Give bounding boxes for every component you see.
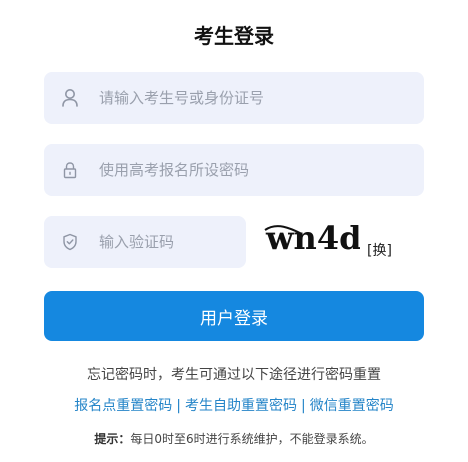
recovery-links: 报名点重置密码 | 考生自助重置密码 | 微信重置密码 <box>0 395 468 415</box>
captcha-field[interactable] <box>44 216 246 268</box>
wechat-reset-link[interactable]: 微信重置密码 <box>310 398 394 414</box>
notice-label: 提示： <box>94 432 131 446</box>
password-field[interactable] <box>44 144 424 196</box>
separator: | <box>176 398 181 414</box>
refresh-captcha-link[interactable]: [换] <box>367 240 392 260</box>
lock-icon <box>59 159 81 181</box>
user-icon <box>59 87 81 109</box>
password-input[interactable] <box>97 160 381 180</box>
maintenance-notice: 提示：每日0时至6时进行系统维护，不能登录系统。 <box>0 430 468 447</box>
captcha-input[interactable] <box>97 232 231 252</box>
self-service-reset-link[interactable]: 考生自助重置密码 <box>185 398 297 414</box>
notice-text: 每日0时至6时进行系统维护，不能登录系统。 <box>130 432 374 446</box>
captcha-image[interactable]: wn4d <box>262 216 360 260</box>
login-button[interactable]: 用户登录 <box>44 291 424 341</box>
page-title: 考生登录 <box>194 24 274 48</box>
username-field[interactable] <box>44 72 424 124</box>
recovery-hint: 忘记密码时，考生可通过以下途径进行密码重置 <box>87 367 381 383</box>
captcha-text: wn4d <box>265 219 360 257</box>
separator: | <box>301 398 306 414</box>
username-input[interactable] <box>97 88 381 108</box>
reset-via-registration-point-link[interactable]: 报名点重置密码 <box>74 398 172 414</box>
shield-icon <box>59 231 81 253</box>
